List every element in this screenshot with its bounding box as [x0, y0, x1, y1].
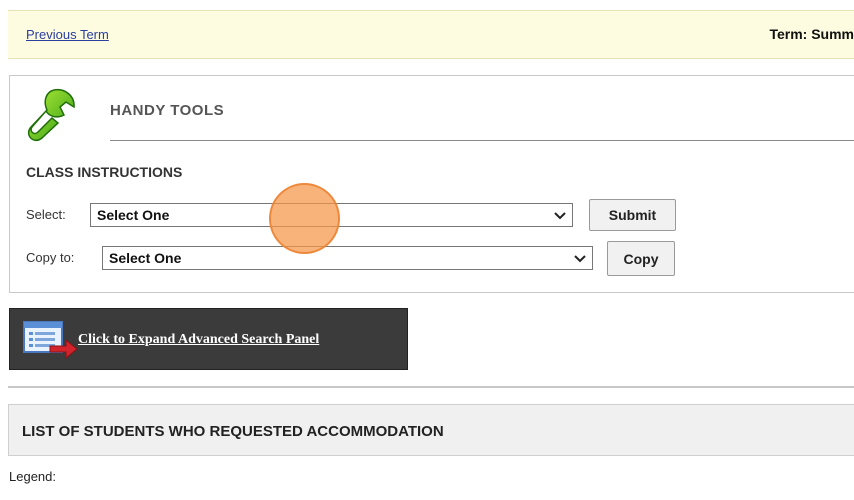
click-highlight — [269, 183, 340, 254]
search-panel-icon — [23, 321, 78, 359]
expand-advanced-search-button[interactable]: Click to Expand Advanced Search Panel — [9, 308, 408, 370]
instruction-select-value: Select One — [97, 207, 170, 223]
current-term-label: Term: Summ — [769, 26, 854, 42]
copy-to-label: Copy to: — [26, 250, 75, 265]
class-instructions-heading: CLASS INSTRUCTIONS — [26, 164, 183, 180]
student-list-header: LIST OF STUDENTS WHO REQUESTED ACCOMMODA… — [8, 404, 854, 456]
copy-to-select[interactable]: Select One — [102, 246, 593, 270]
previous-term-link[interactable]: Previous Term — [26, 27, 109, 42]
section-divider — [8, 386, 854, 388]
submit-button[interactable]: Submit — [589, 199, 676, 231]
handy-tools-title: HANDY TOOLS — [110, 102, 225, 119]
term-navigation-bar: Previous Term Term: Summ — [8, 10, 854, 59]
legend-label: Legend: — [9, 469, 56, 484]
handy-tools-panel: HANDY TOOLS CLASS INSTRUCTIONS Select: S… — [9, 75, 854, 293]
expand-advanced-search-label: Click to Expand Advanced Search Panel — [78, 332, 320, 347]
chevron-down-icon — [574, 255, 586, 263]
copy-to-select-value: Select One — [109, 250, 182, 266]
select-label: Select: — [26, 207, 66, 222]
student-list-title: LIST OF STUDENTS WHO REQUESTED ACCOMMODA… — [22, 423, 444, 440]
tools-divider — [110, 140, 854, 141]
wrench-icon — [27, 88, 75, 142]
chevron-down-icon — [554, 212, 566, 220]
copy-button[interactable]: Copy — [607, 241, 675, 276]
